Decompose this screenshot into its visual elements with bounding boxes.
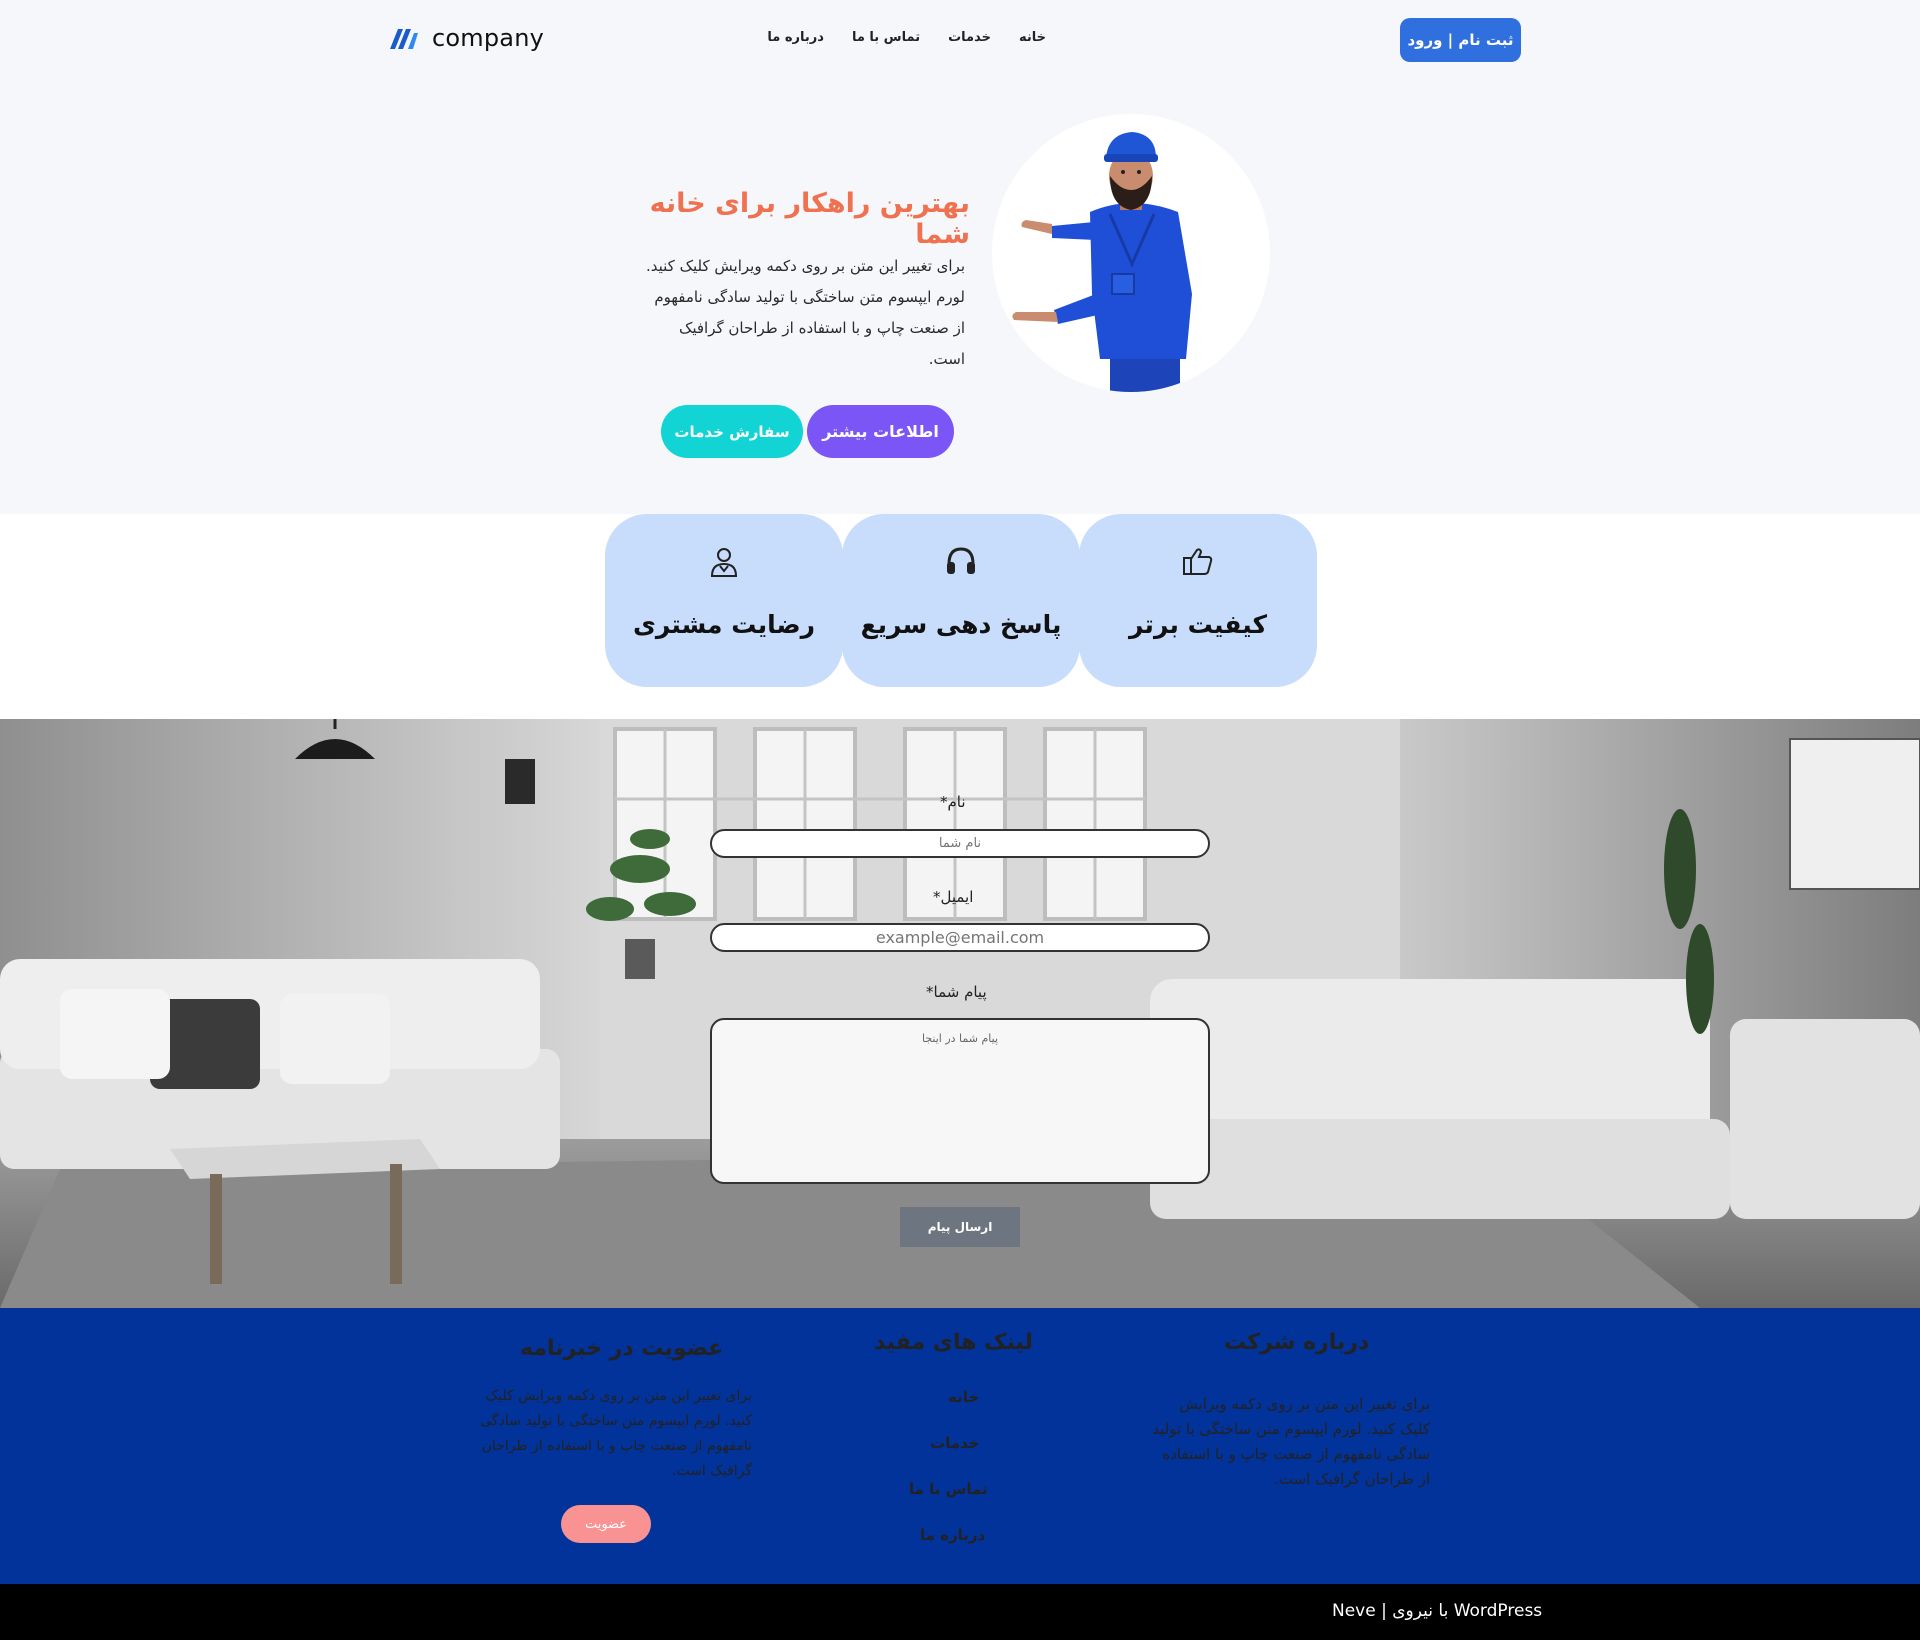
logo-mark-icon xyxy=(390,29,418,49)
footer-about-text: برای تغییر این متن بر روی دکمه ویرایش کل… xyxy=(1152,1395,1430,1488)
footer-about-title: درباره شرکت xyxy=(1224,1330,1370,1355)
footer-link-contact[interactable]: تماس با ما xyxy=(909,1480,988,1498)
nav-item-services[interactable]: خدمات xyxy=(948,30,991,45)
feature-label: کیفیت برتر xyxy=(1129,610,1267,639)
email-label: ایمیل* xyxy=(933,888,974,906)
footer-link-about[interactable]: درباره ما xyxy=(920,1526,985,1544)
worker-illustration xyxy=(1012,132,1192,392)
more-info-button[interactable]: اطلاعات بیشتر xyxy=(807,405,954,458)
thumbs-up-icon xyxy=(1183,548,1213,575)
headset-icon xyxy=(947,547,975,574)
hero-image xyxy=(992,114,1270,392)
footer-newsletter-text: برای تغییر این متن بر روی دکمه ویرایش کل… xyxy=(480,1388,752,1479)
order-services-button[interactable]: سفارش خدمات xyxy=(661,405,803,458)
nav-item-contact[interactable]: تماس با ما xyxy=(852,30,920,45)
send-message-button[interactable]: ارسال پیام xyxy=(900,1207,1020,1247)
footer-links-title: لینک های مفید xyxy=(874,1330,1033,1355)
message-label: پیام شما* xyxy=(926,983,987,1001)
feature-card-satisfaction: رضایت مشتری xyxy=(605,514,843,687)
email-input[interactable] xyxy=(710,923,1210,952)
hero-description: برای تغییر این متن بر روی دکمه ویرایش کل… xyxy=(645,257,965,368)
user-icon xyxy=(710,548,738,577)
footer-credit[interactable]: Neve | با نیروی WordPress xyxy=(1332,1601,1542,1621)
newsletter-join-button[interactable]: عضویت xyxy=(561,1505,651,1543)
main-nav: خانه خدمات تماس با ما درباره ما xyxy=(767,30,1046,45)
footer-newsletter-title: عضویت در خبرنامه xyxy=(520,1336,724,1361)
feature-card-quality: کیفیت برتر xyxy=(1079,514,1317,687)
footer-link-home[interactable]: خانه xyxy=(948,1388,979,1406)
hero-title: بهترین راهکار برای خانه شما xyxy=(649,188,970,250)
feature-card-fast-response: پاسخ دهی سریع xyxy=(842,514,1080,687)
nav-item-home[interactable]: خانه xyxy=(1019,30,1046,45)
footer-bottom-bar: Neve | با نیروی WordPress xyxy=(0,1584,1920,1640)
login-register-button[interactable]: ثبت نام | ورود xyxy=(1400,18,1521,62)
feature-label: پاسخ دهی سریع xyxy=(860,610,1062,639)
message-textarea[interactable]: پیام شما در اینجا xyxy=(710,1018,1210,1184)
name-input[interactable] xyxy=(710,829,1210,858)
name-label: نام* xyxy=(940,793,966,811)
feature-label: رضایت مشتری xyxy=(632,610,816,639)
site-logo[interactable]: company xyxy=(390,24,544,52)
logo-text: company xyxy=(432,24,545,52)
nav-item-about[interactable]: درباره ما xyxy=(767,30,824,45)
footer-link-services[interactable]: خدمات xyxy=(930,1434,979,1452)
